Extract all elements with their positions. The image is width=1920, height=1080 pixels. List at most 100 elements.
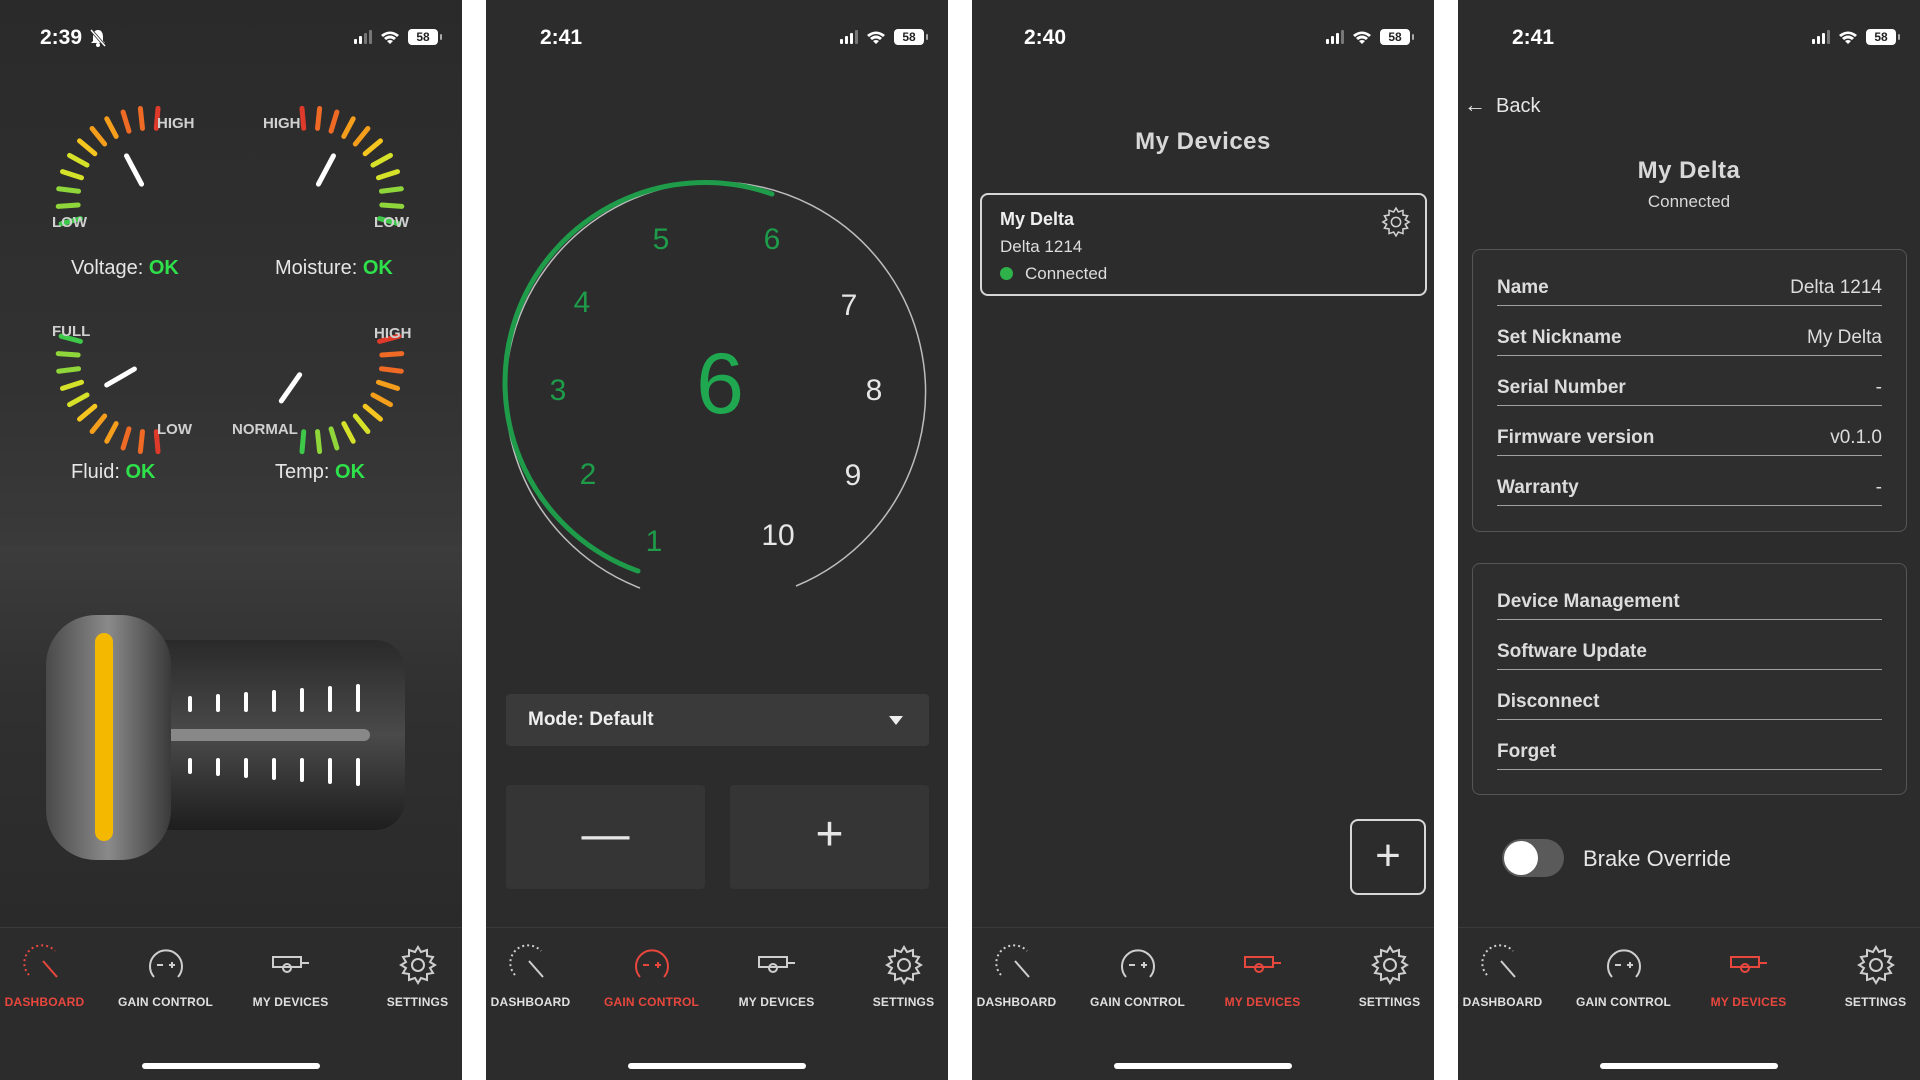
voltage-gauge-tick <box>89 126 108 147</box>
plus-minus-dial-icon <box>1120 949 1155 978</box>
dial-mark-7: 7 <box>840 289 858 322</box>
status-icons: 58 <box>1812 29 1900 45</box>
tab-bar: DASHBOARD GAIN CONTROL MY DEVICES SETTIN… <box>486 927 948 1080</box>
temp-gauge-tick <box>341 421 356 444</box>
device-connection-status: Connected <box>1000 264 1107 284</box>
tab-bar: DASHBOARD GAIN CONTROL MY DEVICES SETTIN… <box>0 927 462 1080</box>
dial-mark-4: 4 <box>573 286 591 319</box>
fluid-gauge-tick <box>77 403 98 422</box>
tab-dashboard[interactable]: DASHBOARD <box>959 943 1074 1013</box>
add-device-button[interactable]: + <box>1350 819 1426 895</box>
device-detail-screen: 2:41 58 My Delta Connected <box>1458 0 1920 1080</box>
info-row-warranty: Warranty - <box>1497 464 1882 506</box>
tab-settings[interactable]: SETTINGS <box>360 943 462 1013</box>
gear-icon <box>1856 945 1895 985</box>
tab-dashboard[interactable]: DASHBOARD <box>1445 943 1560 1013</box>
speedometer-icon <box>1480 944 1516 978</box>
moisture-gauge-tick <box>352 126 371 147</box>
dial-mark-1: 1 <box>645 525 663 558</box>
temp-high-label: HIGH <box>374 325 412 342</box>
device-actions-panel: Device Management Software Update Discon… <box>1472 563 1907 795</box>
action-device-management[interactable]: Device Management <box>1497 578 1882 620</box>
tab-gain-control[interactable]: GAIN CONTROL <box>594 943 709 1013</box>
moisture-gauge-tick <box>370 152 393 168</box>
back-button[interactable]: ← Back <box>1464 92 1540 118</box>
tab-my-devices[interactable]: MY DEVICES <box>1205 943 1320 1013</box>
fluid-gauge-tick <box>67 392 90 408</box>
tab-dashboard[interactable]: DASHBOARD <box>473 943 588 1013</box>
increase-gain-button[interactable]: + <box>730 785 929 889</box>
status-icons: 58 <box>840 29 928 45</box>
trailer-icon <box>1729 956 1767 973</box>
gear-icon <box>398 945 437 985</box>
cellular-signal-icon <box>1812 30 1830 44</box>
tab-gain-control[interactable]: GAIN CONTROL <box>1080 943 1195 1013</box>
fluid-gauge-needle <box>104 366 137 388</box>
moisture-status: Moisture: OK <box>275 257 393 279</box>
temp-gauge-tick <box>378 366 404 374</box>
wifi-icon <box>867 31 885 44</box>
voltage-ok: OK <box>148 257 179 279</box>
mode-dropdown[interactable]: Mode: Default <box>506 694 929 746</box>
brake-override-toggle[interactable] <box>1502 839 1564 877</box>
action-software-update[interactable]: Software Update <box>1497 628 1882 670</box>
temp-gauge-needle <box>278 372 303 404</box>
mode-label: Mode: Default <box>528 709 654 730</box>
tab-settings[interactable]: SETTINGS <box>1818 943 1920 1013</box>
tab-my-devices[interactable]: MY DEVICES <box>719 943 834 1013</box>
dial-mark-10: 10 <box>761 519 795 552</box>
tab-settings[interactable]: SETTINGS <box>1332 943 1447 1013</box>
speedometer-icon <box>994 944 1030 978</box>
fluid-low-label: LOW <box>157 421 192 438</box>
tab-my-devices[interactable]: MY DEVICES <box>233 943 348 1013</box>
fluid-gauge-tick <box>120 426 132 451</box>
temp-gauge-tick <box>352 413 371 434</box>
dial-mark-5: 5 <box>652 223 670 256</box>
dial-mark-8: 8 <box>865 374 883 407</box>
voltage-high-label: HIGH <box>157 115 195 132</box>
moisture-gauge-tick <box>362 138 383 157</box>
wifi-icon <box>1839 31 1857 44</box>
action-disconnect[interactable]: Disconnect <box>1497 678 1882 720</box>
status-bar: 2:41 58 <box>1458 26 1920 54</box>
moisture-gauge-tick <box>341 116 356 139</box>
temp-gauge-tick <box>328 426 340 451</box>
info-row-serial: Serial Number - <box>1497 364 1882 406</box>
tab-dashboard[interactable]: DASHBOARD <box>0 943 102 1013</box>
moisture-gauge-tick <box>378 186 404 194</box>
voltage-gauge-tick <box>120 109 132 134</box>
battery-icon: 58 <box>1380 29 1414 45</box>
tab-settings[interactable]: SETTINGS <box>846 943 961 1013</box>
status-time: 2:40 <box>1024 26 1067 49</box>
tab-my-devices[interactable]: MY DEVICES <box>1691 943 1806 1013</box>
trailer-icon <box>271 956 309 973</box>
voltage-gauge-tick <box>67 152 90 168</box>
temp-gauge-tick <box>299 429 307 455</box>
device-card[interactable]: My Delta Delta 1214 Connected <box>980 193 1427 296</box>
tab-bar: DASHBOARD GAIN CONTROL MY DEVICES SETTIN… <box>972 927 1434 1080</box>
moisture-gauge-tick <box>375 169 400 181</box>
tab-gain-control[interactable]: GAIN CONTROL <box>1566 943 1681 1013</box>
battery-icon: 58 <box>894 29 928 45</box>
battery-icon: 58 <box>1866 29 1900 45</box>
tab-gain-control[interactable]: GAIN CONTROL <box>108 943 223 1013</box>
fluid-gauge-tick <box>137 429 145 454</box>
speedometer-icon <box>22 944 58 978</box>
fluid-gauge <box>55 333 161 455</box>
connection-subtitle: Connected <box>1647 192 1731 211</box>
status-icons: 58 <box>1326 29 1414 45</box>
info-row-nickname[interactable]: Set Nickname My Delta <box>1497 314 1882 356</box>
brake-controller-illustration[interactable] <box>40 605 420 865</box>
device-settings-gear-icon[interactable] <box>1379 205 1413 239</box>
voltage-gauge-tick <box>60 169 85 181</box>
voltage-gauge <box>55 105 161 227</box>
fluid-gauge-tick <box>104 421 119 444</box>
moisture-low-label: LOW <box>374 214 409 231</box>
page-title: My Devices <box>1135 128 1271 155</box>
action-forget[interactable]: Forget <box>1497 728 1882 770</box>
fluid-gauge-tick <box>55 351 81 358</box>
temp-ok: OK <box>335 461 366 483</box>
decrease-gain-button[interactable]: — <box>506 785 705 889</box>
arrow-left-icon: ← <box>1464 92 1486 117</box>
moisture-gauge-tick <box>299 105 307 131</box>
